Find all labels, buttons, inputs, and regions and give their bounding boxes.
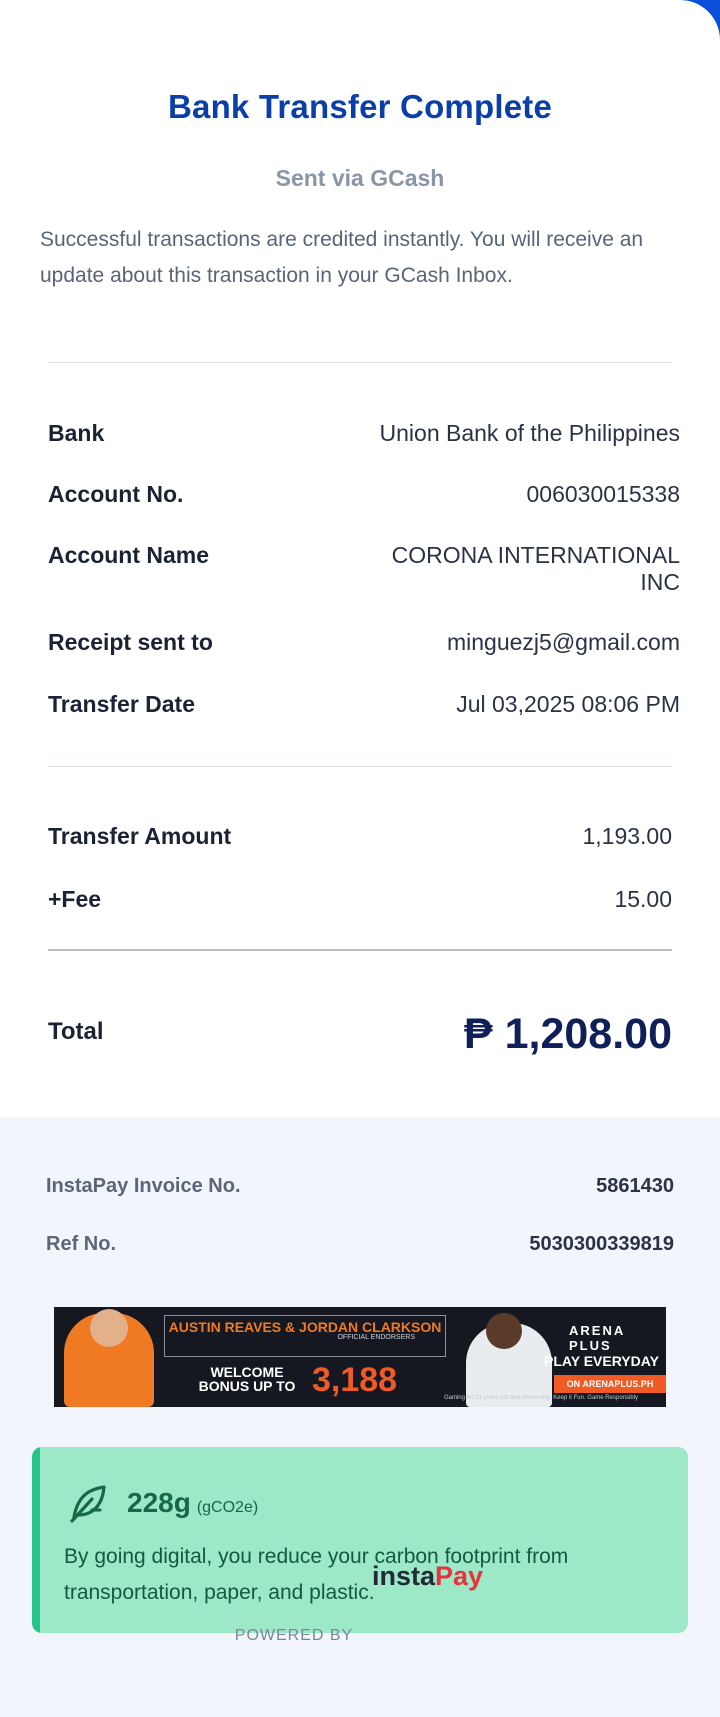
banner-endorsers: OFFICIAL ENDORSERS	[337, 1334, 415, 1341]
instapay-logo-insta: insta	[372, 1561, 436, 1591]
banner-brand-logo: ARENA PLUS	[569, 1323, 625, 1353]
instapay-logo-pay: Pay	[435, 1561, 484, 1591]
player-image	[90, 1309, 128, 1347]
transfer-date-label: Transfer Date	[48, 691, 196, 717]
ref-value: 5030300339819	[529, 1233, 674, 1255]
banner-bonus: 3,188	[312, 1361, 398, 1399]
banner-url-button[interactable]: ON ARENAPLUS.PH	[554, 1375, 666, 1393]
account-no-value: 006030015338	[526, 481, 681, 507]
receipt-value: minguezj5@gmail.com	[447, 629, 680, 655]
account-name-label: Account Name	[48, 542, 210, 568]
carbon-message: By going digital, you reduce your carbon…	[64, 1545, 569, 1604]
divider	[48, 949, 672, 951]
transfer-amount-label: Transfer Amount	[48, 823, 232, 849]
invoice-value: 5861430	[596, 1175, 674, 1197]
ref-label: Ref No.	[46, 1233, 116, 1255]
eco-accent-bar	[32, 1447, 40, 1633]
leaf-icon	[70, 1485, 106, 1523]
total-amount: ₱ 1,208.00	[464, 1010, 672, 1059]
transfer-date-value: Jul 03,2025 08:06 PM	[456, 691, 680, 717]
receipt-card: Bank Transfer Complete Sent via GCash Su…	[0, 0, 720, 1717]
carbon-footprint-card: 228g (gCO2e) By going digital, you reduce…	[32, 1447, 688, 1633]
powered-by-text: POWERED BY	[234, 1627, 354, 1644]
banner-welcome: WELCOME BONUS UP TO	[198, 1364, 296, 1394]
account-no-label: Account No.	[48, 481, 184, 507]
page-subtitle: Sent via GCash	[275, 165, 445, 191]
powered-by-footer: POWERED BY	[0, 1627, 720, 1645]
total-value: 1,208.00	[504, 1010, 672, 1058]
page-title: Bank Transfer Complete	[167, 88, 552, 125]
account-name-value: CORONA INTERNATIONAL INC	[391, 542, 680, 595]
divider	[48, 766, 672, 767]
fee-value: 15.00	[614, 886, 672, 912]
receipt-label: Receipt sent to	[48, 629, 213, 655]
invoice-label: InstaPay Invoice No.	[46, 1175, 241, 1197]
fee-label: +Fee	[48, 886, 102, 912]
banner-headline-box: AUSTIN REAVES & JORDAN CLARKSON OFFICIAL…	[164, 1315, 446, 1357]
transfer-amount-value: 1,193.00	[582, 823, 672, 849]
instapay-logo: instaPay	[372, 1561, 483, 1592]
divider	[48, 362, 672, 363]
bank-value: Union Bank of the Philippines	[379, 420, 680, 446]
peso-sign: ₱	[463, 1010, 493, 1058]
carbon-amount: 228g	[127, 1487, 191, 1518]
carbon-unit: (gCO2e)	[196, 1499, 259, 1516]
banner-play: PLAY EVERYDAY	[544, 1353, 659, 1369]
info-message: Successful transactions are credited ins…	[40, 228, 644, 287]
banner-names: AUSTIN REAVES & JORDAN CLARKSON	[168, 1319, 442, 1335]
carbon-value: 228g (gCO2e)	[127, 1487, 258, 1519]
ad-banner[interactable]: AUSTIN REAVES & JORDAN CLARKSON OFFICIAL…	[54, 1307, 666, 1407]
bank-label: Bank	[48, 420, 105, 446]
player-image	[486, 1313, 522, 1349]
total-label: Total	[48, 1018, 104, 1045]
banner-disclaimer: Gaming for 21 years old and above only. …	[444, 1395, 638, 1401]
